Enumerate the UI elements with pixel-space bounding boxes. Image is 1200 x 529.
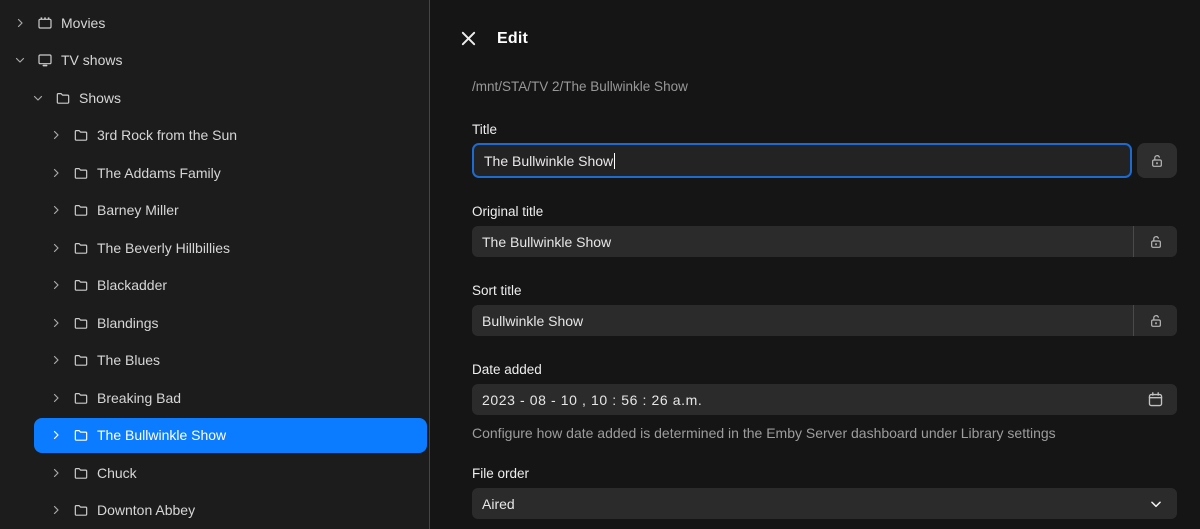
tree-item-label: TV shows [61,52,122,68]
chevron-right-icon[interactable] [48,502,64,518]
chevron-right-icon[interactable] [48,390,64,406]
chevron-right-icon[interactable] [48,240,64,256]
tree-item-label: Shows [79,90,121,106]
date-added-label: Date added [472,362,1177,377]
movie-icon [36,14,53,31]
sort-title-label: Sort title [472,283,1177,298]
folder-icon [72,427,89,444]
folder-icon [72,164,89,181]
tree-item-label: The Addams Family [97,165,221,181]
folder-icon [72,239,89,256]
tree-item-label: The Blues [97,352,160,368]
folder-icon [72,202,89,219]
date-added-value: 2023 - 08 - 10 , 10 : 56 : 26 a.m. [482,392,702,408]
title-input[interactable]: The Bullwinkle Show [472,143,1132,178]
item-path: /mnt/STA/TV 2/The Bullwinkle Show [472,79,1177,94]
title-lock-button[interactable] [1137,143,1177,178]
original-title-field: The Bullwinkle Show [472,226,1177,257]
original-title-input[interactable]: The Bullwinkle Show [472,226,1133,257]
date-picker-button[interactable] [1133,384,1177,415]
title-field: The Bullwinkle Show [472,143,1177,178]
unlock-icon [1149,153,1165,169]
tree-item[interactable]: Barney Miller [0,192,429,230]
unlock-icon [1148,313,1164,329]
chevron-right-icon[interactable] [48,465,64,481]
tree-item-label: Movies [61,15,105,31]
close-icon [460,30,477,47]
chevron-down-icon [1149,497,1163,511]
tree-item[interactable]: The Beverly Hillbillies [0,229,429,267]
original-title-input-value: The Bullwinkle Show [482,234,611,250]
chevron-right-icon[interactable] [48,315,64,331]
tree-item[interactable]: Breaking Bad [0,379,429,417]
folder-icon [72,464,89,481]
folder-icon [72,352,89,369]
calendar-icon [1147,391,1164,408]
folder-icon [72,314,89,331]
tree-item[interactable]: Movies [0,4,429,42]
sort-title-input-value: Bullwinkle Show [482,313,583,329]
chevron-right-icon[interactable] [48,202,64,218]
chevron-right-icon[interactable] [48,127,64,143]
tree-item[interactable]: The Blues [0,342,429,380]
chevron-right-icon[interactable] [48,352,64,368]
text-caret [614,153,615,169]
tree-item[interactable]: Shows [0,79,429,117]
chevron-right-icon[interactable] [48,277,64,293]
folder-icon [72,127,89,144]
tree-item[interactable]: Chuck [0,454,429,492]
sort-title-input[interactable]: Bullwinkle Show [472,305,1133,336]
tree-item-label: Breaking Bad [97,390,181,406]
file-order-selected-value: Aired [482,496,1149,512]
tree-item-label: 3rd Rock from the Sun [97,127,237,143]
chevron-right-icon[interactable] [48,165,64,181]
panel-title: Edit [497,30,528,48]
title-input-value: The Bullwinkle Show [484,153,613,169]
folder-icon [54,89,71,106]
sort-title-lock-button[interactable] [1134,305,1177,336]
chevron-right-icon[interactable] [12,15,28,31]
close-button[interactable] [458,29,478,49]
chevron-down-icon[interactable] [30,90,46,106]
panel-header: Edit [458,28,1177,49]
date-added-helper: Configure how date added is determined i… [472,425,1177,441]
chevron-right-icon[interactable] [48,427,64,443]
file-order-select[interactable]: Aired [472,488,1177,519]
tv-icon [36,52,53,69]
tree-item-label: Blandings [97,315,159,331]
unlock-icon [1148,234,1164,250]
library-tree-sidebar: Movies TV shows Shows [0,0,430,529]
tree-item-label: The Bullwinkle Show [97,427,226,443]
edit-panel: Edit /mnt/STA/TV 2/The Bullwinkle Show T… [430,0,1200,529]
tree-item-label: Downton Abbey [97,502,195,518]
original-title-label: Original title [472,204,1177,219]
tree-item-label: Blackadder [97,277,167,293]
folder-icon [72,277,89,294]
chevron-down-icon[interactable] [12,52,28,68]
tree-item[interactable]: Blandings [0,304,429,342]
file-order-label: File order [472,466,1177,481]
tree-item-label: The Beverly Hillbillies [97,240,230,256]
folder-icon [72,389,89,406]
title-label: Title [472,122,1177,137]
tree-item[interactable]: TV shows [0,42,429,80]
tree-item[interactable]: The Bullwinkle Show [0,417,429,455]
tree-item[interactable]: Downton Abbey [0,492,429,529]
tree-item[interactable]: Blackadder [0,267,429,305]
selection-highlight [34,418,427,454]
tree-item-label: Chuck [97,465,137,481]
tree-item[interactable]: The Addams Family [0,154,429,192]
sort-title-field: Bullwinkle Show [472,305,1177,336]
tree-item-label: Barney Miller [97,202,179,218]
folder-icon [72,502,89,519]
tree-item[interactable]: 3rd Rock from the Sun [0,117,429,155]
original-title-lock-button[interactable] [1134,226,1177,257]
date-added-input[interactable]: 2023 - 08 - 10 , 10 : 56 : 26 a.m. [472,384,1133,415]
date-added-field: 2023 - 08 - 10 , 10 : 56 : 26 a.m. [472,384,1177,415]
